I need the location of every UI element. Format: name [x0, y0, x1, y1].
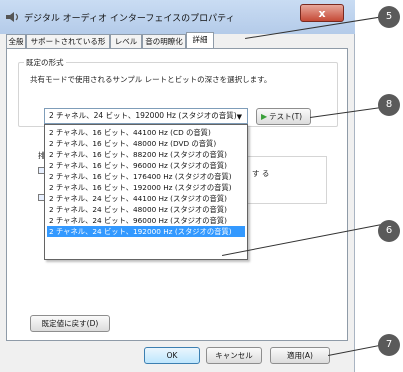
test-button-label: テスト(T): [269, 112, 303, 121]
tab-advanced[interactable]: 詳細: [186, 32, 214, 49]
callout-marker-7: 7: [378, 334, 400, 356]
default-format-description: 共有モードで使用されるサンプル レートとビットの深さを選択します。: [30, 75, 272, 84]
default-format-label: 既定の形式: [24, 57, 66, 68]
play-icon: ▶: [261, 112, 268, 121]
speaker-icon: [6, 12, 19, 22]
format-option[interactable]: 2 チャネル、24 ビット、48000 Hz (スタジオの音質): [47, 204, 245, 215]
ok-button[interactable]: OK: [144, 347, 200, 364]
sample-rate-combo[interactable]: 2 チャネル、24 ビット、192000 Hz (スタジオの音質) ▼: [44, 108, 248, 124]
format-option-selected[interactable]: 2 チャネル、24 ビット、192000 Hz (スタジオの音質): [47, 226, 245, 237]
tab-supported-formats[interactable]: サポートされている形式: [26, 34, 110, 59]
callout-marker-5: 5: [378, 6, 400, 28]
window-title: デジタル オーディオ インターフェイスのプロパティ: [24, 14, 235, 24]
format-option[interactable]: 2 チャネル、16 ビット、44100 Hz (CD の音質): [47, 127, 245, 138]
tab-levels[interactable]: レベル: [110, 34, 142, 48]
exclusive-group-box: [248, 156, 327, 204]
test-button[interactable]: ▶ テスト(T): [256, 108, 311, 125]
format-option[interactable]: 2 チャネル、24 ビット、96000 Hz (スタジオの音質): [47, 215, 245, 226]
callout-marker-8: 8: [378, 94, 400, 116]
format-option[interactable]: 2 チャネル、16 ビット、48000 Hz (DVD の音質): [47, 138, 245, 149]
restore-defaults-button[interactable]: 既定値に戻す(D): [30, 315, 110, 332]
callout-marker-6: 6: [378, 220, 400, 242]
format-option[interactable]: 2 チャネル、24 ビット、44100 Hz (スタジオの音質): [47, 193, 245, 204]
sample-rate-selected: 2 チャネル、24 ビット、192000 Hz (スタジオの音質): [49, 111, 237, 120]
tab-general[interactable]: 全般: [6, 34, 26, 48]
chevron-down-icon: ▼: [236, 113, 242, 121]
close-button[interactable]: x: [300, 4, 344, 22]
properties-window: デジタル オーディオ インターフェイスのプロパティ x 全般 サポートされている…: [0, 0, 355, 372]
cancel-button[interactable]: キャンセル: [206, 347, 262, 364]
format-option[interactable]: 2 チャネル、16 ビット、96000 Hz (スタジオの音質): [47, 160, 245, 171]
apply-button[interactable]: 適用(A): [270, 347, 330, 364]
sample-rate-dropdown[interactable]: 2 チャネル、16 ビット、44100 Hz (CD の音質) 2 チャネル、1…: [44, 124, 248, 260]
format-option[interactable]: 2 チャネル、16 ビット、176400 Hz (スタジオの音質): [47, 171, 245, 182]
format-option[interactable]: 2 チャネル、16 ビット、192000 Hz (スタジオの音質): [47, 182, 245, 193]
format-option[interactable]: 2 チャネル、16 ビット、88200 Hz (スタジオの音質): [47, 149, 245, 160]
tab-enhancements[interactable]: 音の明瞭化: [142, 34, 186, 48]
